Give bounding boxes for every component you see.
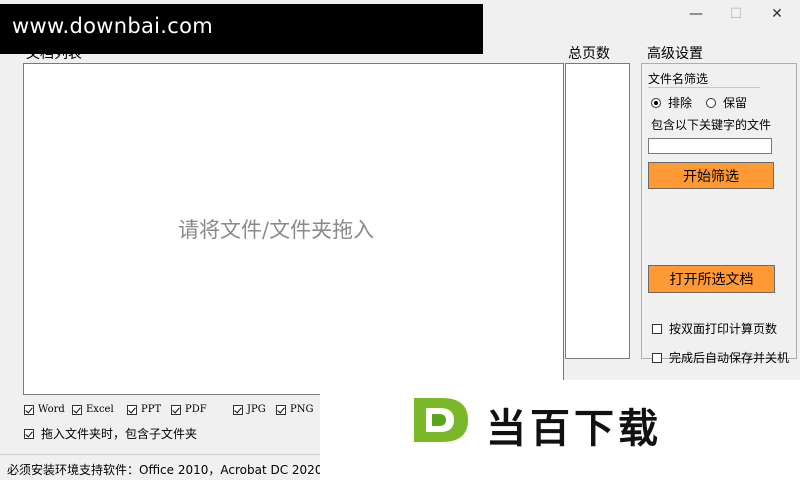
filter-divider [648, 87, 760, 88]
type-png-label: PNG [290, 404, 314, 415]
duplex-option[interactable]: 按双面打印计算页数 [652, 320, 777, 337]
type-excel[interactable]: Excel [72, 404, 114, 415]
keyword-input[interactable] [648, 138, 772, 154]
auto-save-checkbox[interactable] [652, 352, 662, 363]
include-subfolders-option[interactable]: 拖入文件夹时，包含子文件夹 [24, 425, 197, 442]
type-excel-label: Excel [86, 404, 114, 415]
start-filter-button[interactable]: 开始筛选 [648, 162, 774, 189]
filter-title: 文件名筛选 [648, 72, 709, 86]
type-ppt-checkbox[interactable] [127, 404, 137, 415]
type-pdf-checkbox[interactable] [171, 404, 181, 415]
type-jpg-checkbox[interactable] [233, 404, 243, 415]
type-ppt[interactable]: PPT [127, 404, 161, 415]
include-subfolders-checkbox[interactable] [24, 428, 34, 439]
type-png-checkbox[interactable] [276, 404, 286, 415]
duplex-checkbox[interactable] [652, 323, 662, 334]
advanced-settings-panel: 文件名筛选 排除 保留 包含以下关键字的文件 开始筛选 打开所选文档 按双面打印… [641, 63, 797, 365]
maximize-button[interactable]: ☐ [716, 0, 756, 28]
close-button[interactable]: ✕ [757, 0, 797, 28]
radio-exclude[interactable]: 排除 [651, 94, 692, 111]
type-pdf[interactable]: PDF [171, 404, 207, 415]
brand-watermark: 当百下载 [320, 380, 800, 480]
type-jpg-label: JPG [247, 404, 266, 415]
type-jpg[interactable]: JPG [233, 404, 266, 415]
auto-save-label: 完成后自动保存并关机 [669, 351, 790, 365]
radio-keep-label: 保留 [723, 96, 748, 110]
radio-exclude-label: 排除 [668, 96, 693, 110]
brand-logo-icon [414, 398, 468, 442]
type-word[interactable]: Word [24, 404, 65, 415]
duplex-label: 按双面打印计算页数 [669, 322, 778, 336]
type-word-label: Word [38, 404, 65, 415]
type-ppt-label: PPT [141, 404, 162, 415]
status-text: 必须安装环境支持软件：Office 2010，Acrobat DC 2020及以… [7, 463, 359, 477]
auto-save-option[interactable]: 完成后自动保存并关机 [652, 349, 789, 366]
minimize-button[interactable]: — [676, 0, 716, 28]
drop-hint-text: 请将文件/文件夹拖入 [178, 218, 375, 242]
watermark-banner: www.downbai.com [0, 4, 483, 54]
type-png[interactable]: PNG [276, 404, 313, 415]
keyword-label: 包含以下关键字的文件 [651, 118, 772, 132]
file-list-box[interactable]: 请将文件/文件夹拖入 [23, 63, 564, 395]
open-selected-button[interactable]: 打开所选文档 [648, 265, 775, 293]
radio-exclude-dot[interactable] [651, 97, 661, 108]
type-pdf-label: PDF [185, 404, 207, 415]
radio-keep[interactable]: 保留 [706, 94, 747, 111]
type-word-checkbox[interactable] [24, 404, 34, 415]
radio-keep-dot[interactable] [706, 97, 716, 108]
advanced-settings-label: 高级设置 [647, 46, 703, 62]
total-pages-box[interactable] [565, 63, 630, 359]
type-excel-checkbox[interactable] [72, 404, 82, 415]
include-subfolders-label: 拖入文件夹时，包含子文件夹 [41, 427, 198, 441]
total-pages-label: 总页数 [568, 46, 610, 62]
brand-name: 当百下载 [486, 406, 662, 452]
